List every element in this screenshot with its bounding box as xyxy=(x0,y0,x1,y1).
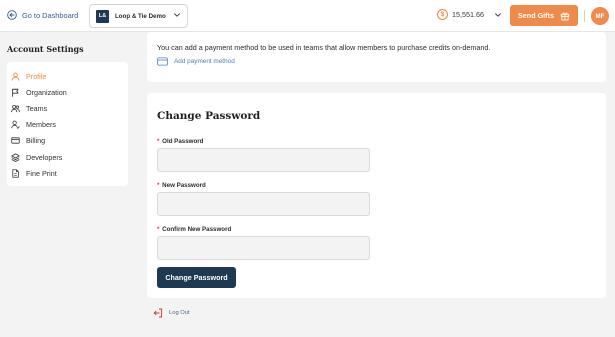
new-password-label: * New Password xyxy=(157,182,206,189)
flag-icon xyxy=(12,88,19,97)
sidebar-item-profile[interactable]: Profile xyxy=(7,68,128,84)
credits-value: 15,551.66 xyxy=(452,10,484,19)
go-to-dashboard-label: Go to Dashboard xyxy=(22,10,79,20)
sidebar-item-label: Organization xyxy=(26,87,67,97)
add-payment-method-link[interactable]: Add payment method xyxy=(157,57,235,66)
divider xyxy=(584,10,585,22)
sidebar-item-teams[interactable]: Teams xyxy=(7,100,128,116)
layers-icon xyxy=(11,153,20,162)
send-gifts-button[interactable]: Send Gifts xyxy=(510,5,578,26)
new-password-label-text: New Password xyxy=(162,182,206,189)
confirm-password-label-text: Confirm New Password xyxy=(162,226,232,233)
old-password-label: * Old Password xyxy=(157,138,203,145)
go-to-dashboard-link[interactable]: Go to Dashboard xyxy=(7,10,78,20)
payment-description: You can add a payment method to be used … xyxy=(157,43,491,52)
sidebar-item-label: Billing xyxy=(26,136,46,146)
members-icon xyxy=(11,120,20,130)
sidebar-item-billing[interactable]: Billing xyxy=(7,133,128,149)
document-icon xyxy=(12,169,19,178)
account-settings-heading: Account Settings xyxy=(7,44,84,54)
chevron-down-icon xyxy=(173,11,181,21)
confirm-password-label: * Confirm New Password xyxy=(157,226,231,233)
workspace-selector[interactable]: L& Loop & Tie Demo xyxy=(89,4,188,28)
settings-sidebar: Profile Organization Teams Members Billi… xyxy=(7,62,128,186)
chevron-down-icon xyxy=(495,12,501,17)
old-password-input[interactable] xyxy=(157,148,370,172)
required-marker: * xyxy=(157,182,160,189)
change-password-title: Change Password xyxy=(157,110,261,122)
top-bar: Go to Dashboard L& Loop & Tie Demo $ 15,… xyxy=(0,0,615,32)
sidebar-item-label: Developers xyxy=(26,152,63,162)
log-out-icon xyxy=(153,308,163,318)
sidebar-item-label: Members xyxy=(26,120,56,130)
change-password-button[interactable]: Change Password xyxy=(157,267,236,288)
confirm-password-input[interactable] xyxy=(157,236,370,260)
workspace-name: Loop & Tie Demo xyxy=(115,12,166,20)
new-password-input[interactable] xyxy=(157,192,370,216)
send-gifts-label: Send Gifts xyxy=(518,11,554,20)
add-payment-method-label: Add payment method xyxy=(174,58,235,65)
required-marker: * xyxy=(157,138,160,145)
workspace-logo: L& xyxy=(96,9,109,23)
old-password-label-text: Old Password xyxy=(162,138,204,145)
sidebar-item-developers[interactable]: Developers xyxy=(7,149,128,165)
log-out-label: Log Out xyxy=(169,310,190,316)
payment-method-card: You can add a payment method to be used … xyxy=(147,32,606,82)
sidebar-item-label: Profile xyxy=(26,71,47,81)
credits-balance[interactable]: $ 15,551.66 xyxy=(437,9,502,20)
credit-card-icon xyxy=(157,57,168,66)
coin-icon: $ xyxy=(437,9,448,20)
change-password-card: Change Password * Old Password * New Pas… xyxy=(147,93,606,298)
sidebar-item-label: Teams xyxy=(26,103,48,113)
avatar[interactable]: MF xyxy=(591,7,609,25)
required-marker: * xyxy=(157,226,160,233)
person-icon xyxy=(11,72,20,81)
gift-icon xyxy=(560,12,570,20)
log-out-link[interactable]: Log Out xyxy=(153,308,190,318)
back-arrow-icon xyxy=(7,10,17,20)
sidebar-item-organization[interactable]: Organization xyxy=(7,84,128,100)
credit-card-icon xyxy=(11,137,20,144)
team-icon xyxy=(11,104,20,113)
sidebar-item-fine-print[interactable]: Fine Print xyxy=(7,165,128,181)
sidebar-item-label: Fine Print xyxy=(26,168,57,178)
sidebar-item-members[interactable]: Members xyxy=(7,117,128,133)
